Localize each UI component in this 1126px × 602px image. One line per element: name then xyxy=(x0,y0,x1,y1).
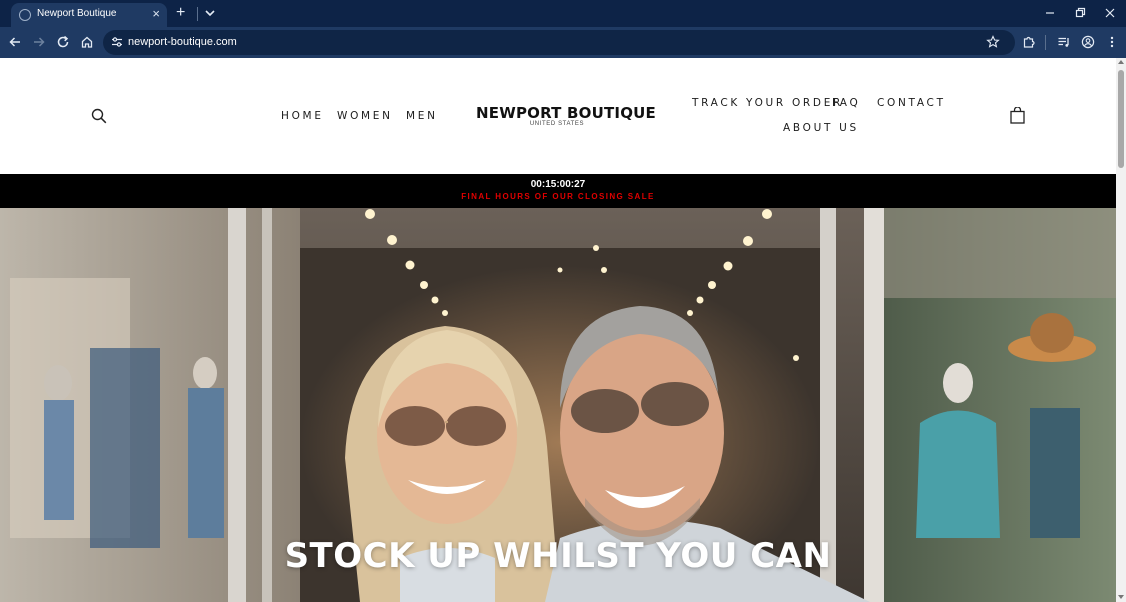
scrollbar-thumb[interactable] xyxy=(1118,70,1124,168)
back-arrow-icon[interactable] xyxy=(8,35,22,49)
shopping-bag-icon[interactable] xyxy=(1010,107,1025,124)
profile-account-icon[interactable] xyxy=(1081,35,1095,49)
page-scrollbar[interactable] xyxy=(1116,58,1126,602)
restore-icon[interactable] xyxy=(1070,3,1090,23)
browser-tab-strip: Newport Boutique × + xyxy=(0,0,1126,27)
nav-faq[interactable]: FAQ xyxy=(832,97,860,109)
logo-name: NEWPORT BOUTIQUE xyxy=(476,104,656,122)
browser-tab[interactable]: Newport Boutique × xyxy=(11,3,167,27)
nav-women[interactable]: WOMEN xyxy=(337,110,393,122)
hero-headline: STOCK UP WHILST YOU CAN xyxy=(284,536,832,576)
site-logo[interactable]: NEWPORT BOUTIQUE UNITED STATES xyxy=(476,104,656,127)
nav-men[interactable]: MEN xyxy=(406,110,438,122)
nav-about-us[interactable]: ABOUT US xyxy=(783,122,859,134)
reload-icon[interactable] xyxy=(56,35,70,49)
web-page: HOME WOMEN MEN NEWPORT BOUTIQUE UNITED S… xyxy=(0,58,1116,602)
bookmark-star-icon[interactable] xyxy=(986,35,1000,49)
tab-title: Newport Boutique xyxy=(37,8,117,19)
window-close-icon[interactable] xyxy=(1100,3,1120,23)
nav-track-your-order[interactable]: TRACK YOUR ORDER xyxy=(692,97,843,109)
closing-sale-text: FINAL HOURS OF OUR CLOSING SALE xyxy=(461,192,655,201)
toolbar-divider xyxy=(1045,35,1046,50)
tab-divider xyxy=(197,7,198,21)
minimize-icon[interactable] xyxy=(1040,3,1060,23)
nav-contact[interactable]: CONTACT xyxy=(877,97,946,109)
globe-icon xyxy=(19,9,31,21)
site-header: HOME WOMEN MEN NEWPORT BOUTIQUE UNITED S… xyxy=(0,58,1116,174)
scroll-up-arrow-icon[interactable] xyxy=(1118,60,1124,64)
site-info-tune-icon[interactable] xyxy=(111,36,123,48)
browser-toolbar: newport-boutique.com xyxy=(0,27,1126,58)
forward-arrow-icon[interactable] xyxy=(32,35,46,49)
kebab-menu-icon[interactable] xyxy=(1105,35,1119,49)
scroll-down-arrow-icon[interactable] xyxy=(1118,595,1124,599)
announcement-bar: 00:15:00:27 FINAL HOURS OF OUR CLOSING S… xyxy=(0,174,1116,208)
tab-search-chevron-down-icon[interactable] xyxy=(204,6,216,20)
tab-close-icon[interactable]: × xyxy=(152,6,160,21)
search-icon[interactable] xyxy=(91,108,107,124)
countdown-timer: 00:15:00:27 xyxy=(530,179,586,190)
media-playlist-icon[interactable] xyxy=(1057,35,1071,49)
new-tab-plus-icon[interactable]: + xyxy=(176,4,185,22)
extensions-puzzle-icon[interactable] xyxy=(1022,35,1036,49)
hero-banner: STOCK UP WHILST YOU CAN xyxy=(0,208,1116,602)
url-text[interactable]: newport-boutique.com xyxy=(128,36,237,48)
nav-home[interactable]: HOME xyxy=(281,110,324,122)
address-bar[interactable]: newport-boutique.com xyxy=(103,30,1015,55)
home-icon[interactable] xyxy=(80,35,94,49)
